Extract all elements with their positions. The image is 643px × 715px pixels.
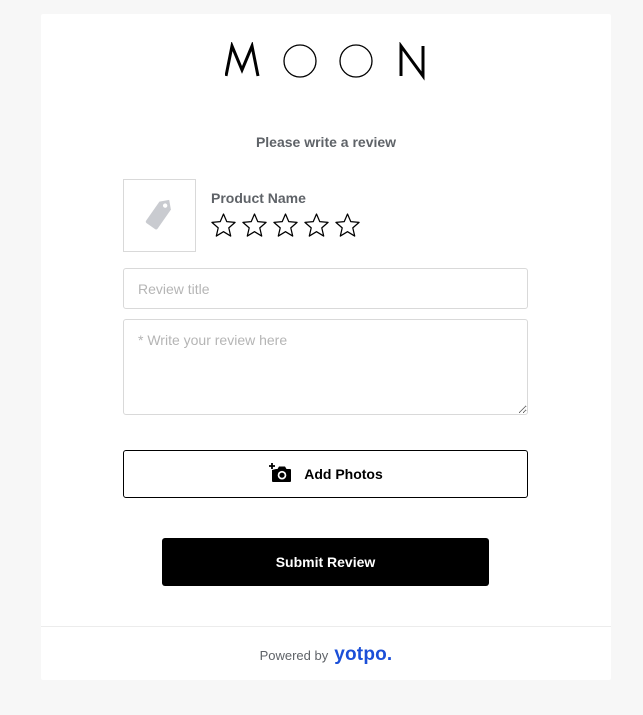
camera-plus-icon: [268, 461, 292, 488]
submit-review-button[interactable]: Submit Review: [162, 538, 489, 586]
product-thumbnail: [123, 179, 196, 252]
powered-by-footer: Powered by yotpo.: [41, 644, 611, 666]
product-name: Product Name: [211, 190, 306, 206]
yotpo-logo-link[interactable]: yotpo.: [334, 644, 392, 666]
star-icon[interactable]: [241, 212, 268, 239]
form-heading: Please write a review: [255, 134, 397, 150]
brand-logo: [225, 42, 435, 82]
star-icon[interactable]: [334, 212, 361, 239]
star-icon[interactable]: [303, 212, 330, 239]
star-rating[interactable]: [210, 212, 361, 239]
star-icon[interactable]: [210, 212, 237, 239]
powered-by-label: Powered by: [259, 647, 329, 663]
add-photos-label: Add Photos: [304, 466, 383, 482]
star-icon[interactable]: [272, 212, 299, 239]
review-title-input[interactable]: [123, 268, 528, 309]
add-photos-button[interactable]: Add Photos: [123, 450, 528, 498]
review-card: Please write a review Product Name Revie…: [41, 14, 611, 680]
footer-divider: [41, 626, 611, 627]
tag-icon: [144, 195, 176, 236]
review-body-textarea[interactable]: [123, 319, 528, 415]
